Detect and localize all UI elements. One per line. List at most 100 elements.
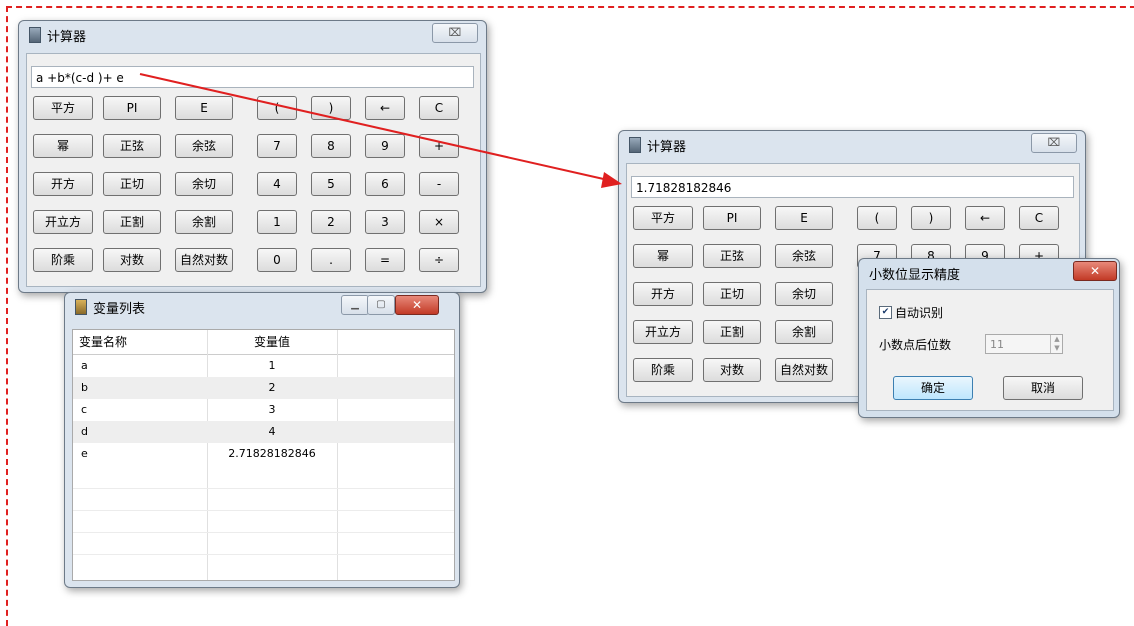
minimize-button[interactable]: ▁	[341, 295, 369, 315]
close-button[interactable]: ⌧	[432, 23, 478, 43]
calc-button[interactable]: 6	[365, 172, 405, 196]
calc-button[interactable]: 阶乘	[633, 358, 693, 382]
calc-button[interactable]: 开立方	[33, 210, 93, 234]
calculator-window-1: 计算器 ⌧ a +b*(c-d )+ e 平方 PI E () ← C 幂正弦 余弦 7 8 9 + 开…	[18, 20, 487, 293]
window-title: 计算器	[47, 30, 87, 45]
title-bar: 变量列表 ▁ ▢ ✕	[65, 293, 459, 319]
close-button[interactable]: ✕	[395, 295, 439, 315]
calc-button[interactable]: PI	[703, 206, 761, 230]
column-header-value[interactable]: 变量值	[207, 330, 337, 354]
calc-button[interactable]: (	[257, 96, 297, 120]
title-bar: 小数位显示精度 ✕	[859, 259, 1119, 285]
calc-button[interactable]: .	[311, 248, 351, 272]
calc-button[interactable]: 平方	[33, 96, 93, 120]
column-header-name[interactable]: 变量名称	[79, 330, 127, 354]
variable-list-icon	[75, 299, 87, 315]
calc-button[interactable]: 正割	[103, 210, 161, 234]
calc-button[interactable]: ←	[365, 96, 405, 120]
calc-button[interactable]: 8	[311, 134, 351, 158]
variable-list-window: 变量列表 ▁ ▢ ✕ 变量名称 变量值 a1 b2 c3 d4 e 2.71828…	[64, 292, 460, 588]
calc-button[interactable]: )	[311, 96, 351, 120]
table-row[interactable]: c3	[73, 399, 454, 421]
calc-button[interactable]: 0	[257, 248, 297, 272]
calc-button[interactable]: 自然对数	[775, 358, 833, 382]
calc-button[interactable]: E	[775, 206, 833, 230]
var-value: 2.71828182846	[228, 447, 316, 460]
calc-button[interactable]: =	[365, 248, 405, 272]
calc-button[interactable]: )	[911, 206, 951, 230]
calc-button[interactable]: ←	[965, 206, 1005, 230]
calc-button[interactable]: 正弦	[703, 244, 761, 268]
calc-button[interactable]: 正弦	[103, 134, 161, 158]
calc-button[interactable]: PI	[103, 96, 161, 120]
calc-button[interactable]: 余弦	[775, 244, 833, 268]
calc-button[interactable]: ×	[419, 210, 459, 234]
calc-button[interactable]: 平方	[633, 206, 693, 230]
calc-button[interactable]: 4	[257, 172, 297, 196]
calc-button[interactable]: 幂	[633, 244, 693, 268]
calc-button[interactable]: C	[1019, 206, 1059, 230]
ok-button[interactable]: 确定	[893, 376, 973, 400]
calc-button[interactable]: 开立方	[633, 320, 693, 344]
variable-table: 变量名称 变量值 a1 b2 c3 d4 e 2.71828182846	[72, 329, 455, 581]
dialog-body: ✔ 自动识别 小数点后位数 11 ▲ ▼ 确定 取消	[866, 289, 1114, 411]
calc-button[interactable]: C	[419, 96, 459, 120]
title-bar: 计算器 ⌧	[19, 21, 486, 47]
maximize-button[interactable]: ▢	[367, 295, 395, 315]
calc-button[interactable]: 自然对数	[175, 248, 233, 272]
table-row[interactable]: d4	[73, 421, 454, 443]
var-value: 4	[268, 425, 276, 438]
calc-button[interactable]: 5	[311, 172, 351, 196]
var-value: 2	[268, 381, 276, 394]
calc-button[interactable]: 余割	[775, 320, 833, 344]
calc-button[interactable]: 幂	[33, 134, 93, 158]
calc-button[interactable]: ÷	[419, 248, 459, 272]
calc-button[interactable]: 2	[311, 210, 351, 234]
calculator-app-icon	[29, 27, 41, 43]
calc-button[interactable]: 开方	[633, 282, 693, 306]
calc-button[interactable]: 正切	[103, 172, 161, 196]
var-value: 3	[268, 403, 276, 416]
calc-button[interactable]: (	[857, 206, 897, 230]
var-name: c	[81, 403, 88, 416]
row-divider	[73, 510, 454, 511]
result-display[interactable]: 1.71828182846	[631, 176, 1074, 198]
table-header: 变量名称 变量值	[73, 330, 454, 355]
calc-button[interactable]: +	[419, 134, 459, 158]
auto-detect-label: 自动识别	[895, 306, 944, 320]
close-button[interactable]: ⌧	[1031, 133, 1077, 153]
expression-input[interactable]: a +b*(c-d )+ e	[31, 66, 474, 88]
calc-button[interactable]: 余弦	[175, 134, 233, 158]
calc-button[interactable]: 阶乘	[33, 248, 93, 272]
table-row[interactable]: e 2.71828182846	[73, 443, 454, 465]
spin-up-arrow-icon[interactable]: ▲	[1050, 335, 1063, 344]
close-button[interactable]: ✕	[1073, 261, 1117, 281]
var-name: d	[81, 425, 88, 438]
window-title: 变量列表	[93, 302, 146, 317]
calc-button[interactable]: 正切	[703, 282, 761, 306]
calc-button[interactable]: -	[419, 172, 459, 196]
var-value: 1	[268, 359, 276, 372]
dialog-title: 小数位显示精度	[869, 268, 961, 283]
title-bar: 计算器 ⌧	[619, 131, 1085, 157]
calc-button[interactable]: 开方	[33, 172, 93, 196]
calc-button[interactable]: 9	[365, 134, 405, 158]
cancel-button[interactable]: 取消	[1003, 376, 1083, 400]
calc-button[interactable]: 3	[365, 210, 405, 234]
calc-button[interactable]: 余切	[775, 282, 833, 306]
calc-button[interactable]: 余割	[175, 210, 233, 234]
calc-button[interactable]: 对数	[703, 358, 761, 382]
table-row[interactable]: a1	[73, 355, 454, 377]
calc-button[interactable]: E	[175, 96, 233, 120]
table-row[interactable]: b2	[73, 377, 454, 399]
calc-button[interactable]: 1	[257, 210, 297, 234]
calc-button[interactable]: 正割	[703, 320, 761, 344]
spin-down-arrow-icon[interactable]: ▼	[1050, 344, 1063, 353]
var-name: a	[81, 359, 88, 372]
row-divider	[73, 532, 454, 533]
auto-detect-checkbox[interactable]: ✔	[879, 306, 892, 319]
calc-button[interactable]: 对数	[103, 248, 161, 272]
calc-button[interactable]: 7	[257, 134, 297, 158]
window-title: 计算器	[647, 140, 687, 155]
calc-button[interactable]: 余切	[175, 172, 233, 196]
